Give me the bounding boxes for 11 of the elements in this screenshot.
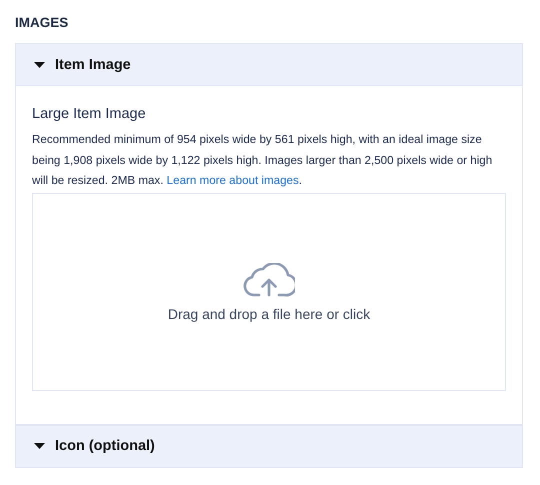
section-header[interactable]: Item Image [16,43,522,85]
cloud-upload-icon [243,262,295,296]
caret-icon [34,62,45,68]
section-header[interactable]: Icon (optional) [16,424,522,466]
dropzone-text: Drag and drop a file here or click [168,306,370,322]
field-label: Large Item Image [32,105,147,124]
field-description: Recommended minimum of 954 pixels wide by 561 pixels high, with an ideal image size being 1,908 pixels wide by 1,122 pixels high. Images larger than 2,500 pixels wide or high will be resized. 2MB max. Learn more about images. [32,132,494,189]
caret-icon [34,443,45,449]
learn-more-link[interactable]: Learn more about images [166,174,299,187]
section-heading: IMAGES [15,14,70,31]
file-dropzone[interactable]: Drag and drop a file here or click [32,192,506,390]
